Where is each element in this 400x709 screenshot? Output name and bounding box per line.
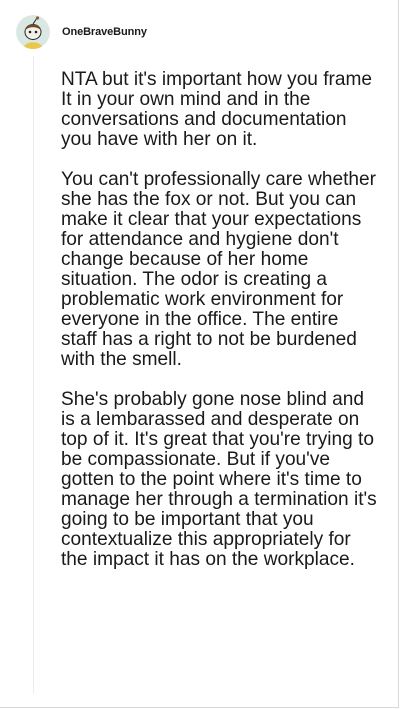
comment-paragraph: NTA but it's important how you frame It … xyxy=(61,69,373,150)
thread-collapse-line[interactable] xyxy=(33,56,34,694)
comment-header: OneBraveBunny xyxy=(16,14,147,50)
snoo-avatar-icon[interactable] xyxy=(16,15,50,49)
comment-paragraph: You can't professionally care whether sh… xyxy=(61,169,376,370)
username-link[interactable]: OneBraveBunny xyxy=(62,26,147,38)
comment-body: NTA but it's important how you frame It … xyxy=(61,70,377,570)
comment-paragraph: She's probably gone nose blind and is a … xyxy=(61,389,377,570)
comment-card: OneBraveBunny NTA but it's important how… xyxy=(0,0,399,708)
